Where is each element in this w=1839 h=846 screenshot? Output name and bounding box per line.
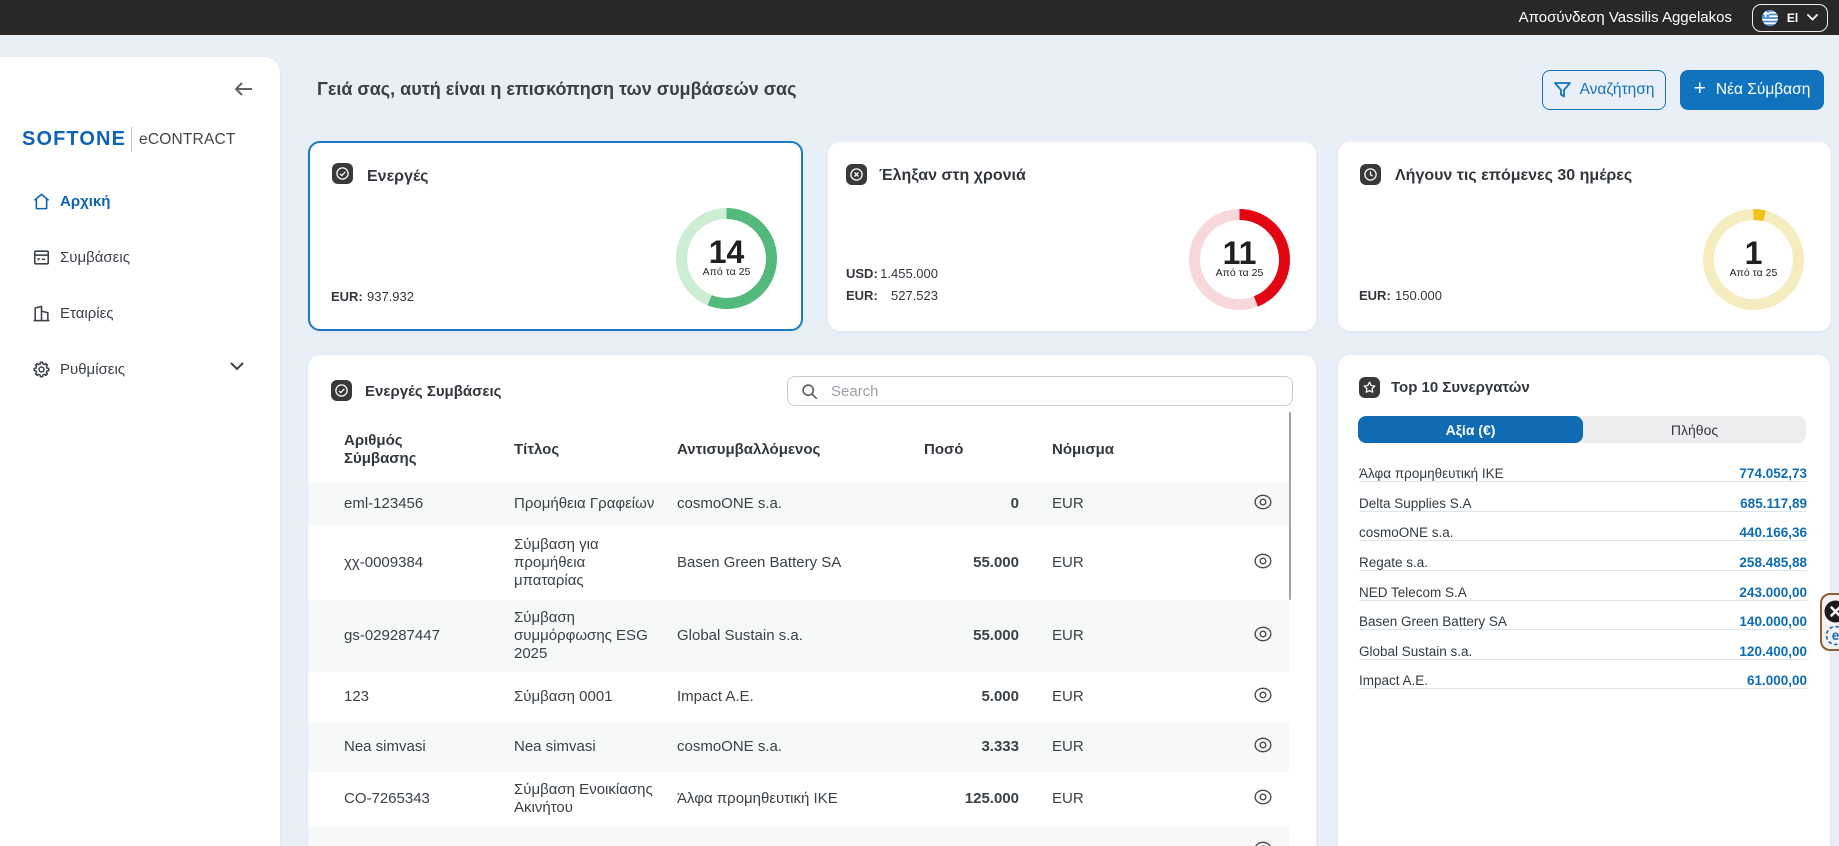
svg-text:e: e	[1832, 628, 1839, 643]
